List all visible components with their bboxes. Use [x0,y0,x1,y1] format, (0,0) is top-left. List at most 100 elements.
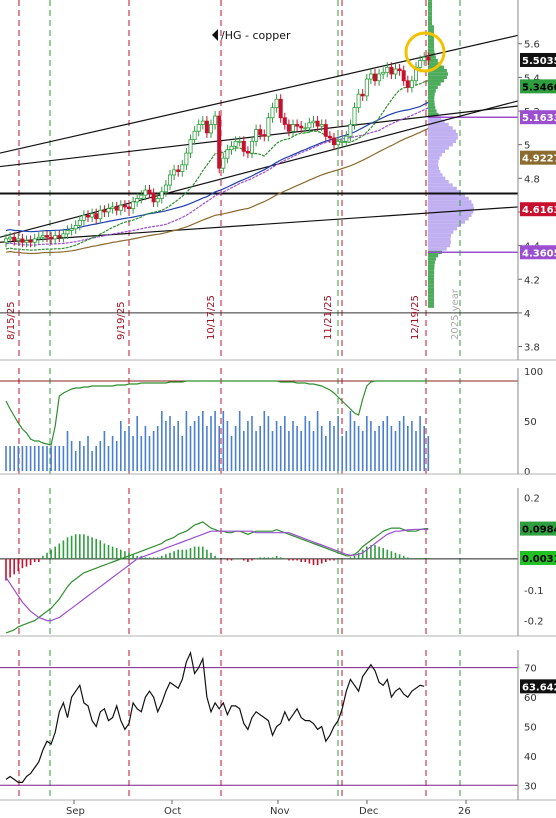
oscillator-hist-bar [218,426,220,471]
candle-body [356,93,361,109]
oscillator-hist-bar [128,426,130,471]
x-tick-label: Oct [164,806,181,817]
macd-hist-bar [103,543,106,559]
oscillator-hist-bar [353,421,356,471]
symbol-label: /HG - copper [221,29,291,42]
candle-body [331,137,336,146]
candle-body [147,189,152,194]
macd-hist-bar [312,558,315,566]
candle-body [159,191,164,199]
volume-profile-bar [428,291,435,295]
macd-hist-bar [9,558,11,578]
oscillator-hist-bar [263,411,266,471]
macd-hist-bar [42,555,44,559]
macd-hist-bar [345,558,348,560]
oscillator-hist-bar [66,431,69,471]
macd-hist-bar [411,557,413,559]
macd-hist-bar [329,558,331,561]
oscillator-hist-bar [91,451,93,471]
candle-body [418,60,423,68]
date-marker-label: 11/21/25 [323,295,334,340]
macd-hist-bar [353,555,356,559]
macd-hist-bar [210,552,212,559]
candle-body [40,235,45,238]
macd-hist-bar [185,549,188,559]
oscillator-hist-bar [124,431,126,471]
oscillator-hist-bar [189,426,192,471]
macd-hist-bar [238,558,241,560]
candle-body [90,213,95,218]
oscillator-tick-label: 0 [524,467,530,478]
oscillator-hist-bar [83,446,85,471]
macd-hist-bar [279,557,282,559]
macd-tag-label: 0.0984 [522,525,556,536]
oscillator-hist-bar [222,411,225,471]
oscillator-hist-bar [333,426,335,471]
macd-hist-bar [21,558,24,569]
oscillator-hist-bar [361,431,364,471]
volume-profile-bar [428,284,435,288]
oscillator-hist-bar [17,446,20,471]
volume-profile-bar [428,99,435,103]
candle-body [208,124,213,134]
macd-hist-bar [382,548,384,559]
macd-hist-bar [197,546,200,559]
oscillator-hist-bar [70,441,73,471]
candle-body [65,230,70,235]
oscillator-hist-bar [103,431,106,471]
macd-hist-bar [333,558,335,561]
oscillator-hist-bar [407,426,409,471]
candle-body [254,129,259,142]
candle-body [204,120,209,134]
price-tick-label: 3.8 [524,343,540,354]
oscillator-hist-bar [247,421,249,471]
candle-body [32,238,37,243]
macd-hist-bar [214,555,216,559]
rsi-tag-label: 63.642 [522,682,556,693]
macd-hist-bar [407,557,409,559]
oscillator-hist-bar [46,446,48,471]
oscillator-hist-bar [181,436,184,471]
candle-body [299,125,304,129]
candle-body [4,238,9,243]
volume-profile-bar [428,42,435,46]
volume-profile-bar [428,5,432,9]
x-tick-label: Nov [270,806,290,817]
rsi-tick-label: 40 [524,752,537,763]
candle-body [114,206,119,211]
x-tick-label: Sep [66,806,85,817]
candle-body [303,127,308,130]
candle-body [200,120,205,125]
volume-profile-bar [428,25,434,29]
volume-profile-bar [428,159,439,164]
candle-body [184,152,189,166]
oscillator-hist-bar [357,426,360,471]
oscillator-hist-bar [238,411,241,471]
oscillator-hist-bar [136,416,138,471]
volume-profile-bar [428,260,435,265]
oscillator-hist-bar [423,426,425,471]
macd-hist-bar [74,534,77,559]
macd-hist-bar [17,558,20,572]
candle-body [225,149,230,159]
macd-hist-bar [243,558,245,561]
candle-body [344,135,349,142]
ma-green-line [5,80,429,251]
overlay: /HG - copper [212,29,291,42]
candle-body [86,214,91,218]
ma-blue-line [5,101,429,233]
oscillator-hist-bar [87,436,89,471]
oscillator-hist-bar [292,421,294,471]
candle-body [122,204,127,208]
macd-hist-bar [70,535,73,559]
macd-hist-bar [91,537,93,559]
candle-body [16,238,21,241]
x-tick-label: Dec [359,806,378,817]
oscillator-hist-bar [267,416,270,471]
macd-hist-bar [189,548,192,559]
candle-body [401,70,406,82]
oscillator-hist-bar [161,411,163,471]
macd-hist-bar [234,558,237,560]
price-tag-label: 4.6163 [522,205,556,216]
candle-body [143,189,148,196]
